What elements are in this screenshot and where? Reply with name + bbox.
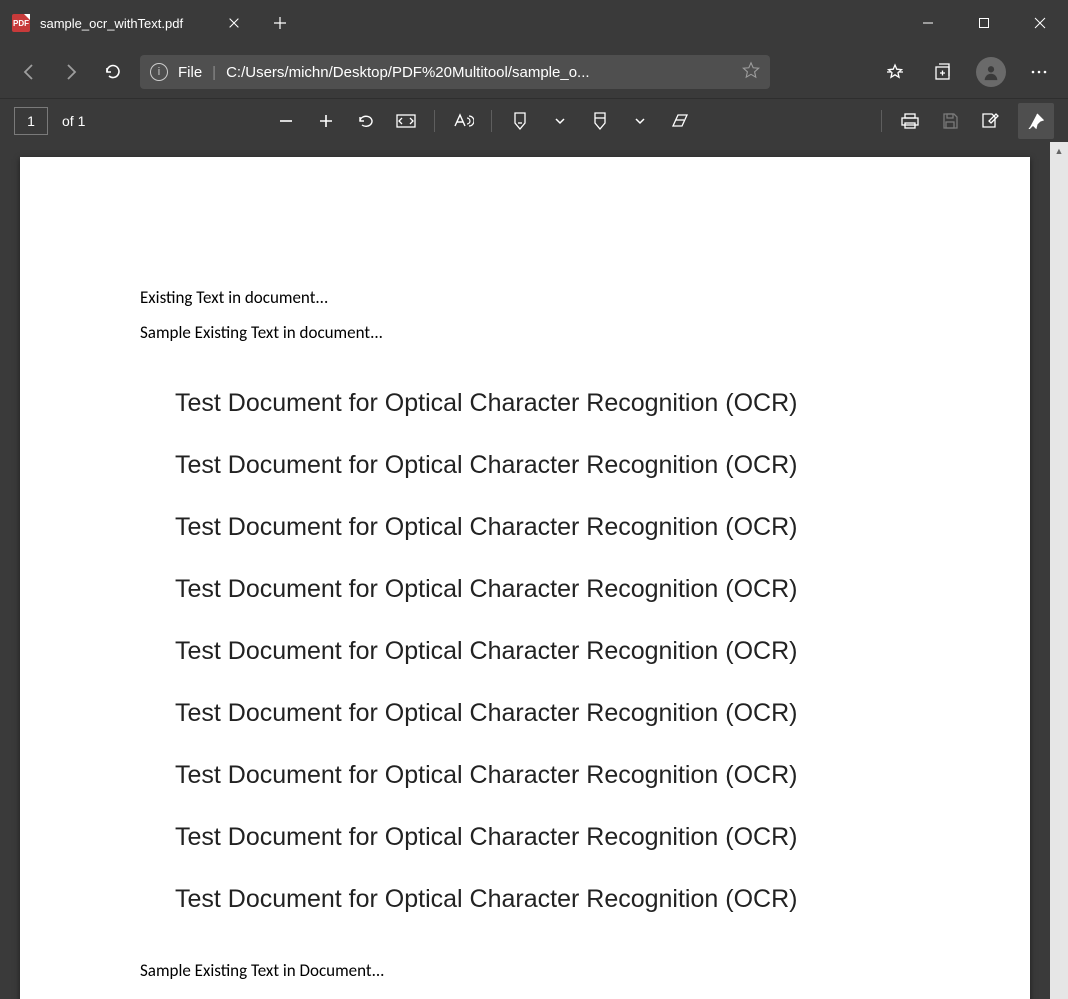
star-icon[interactable]	[742, 61, 760, 83]
ocr-text-line: Test Document for Optical Character Reco…	[175, 637, 910, 666]
minimize-button[interactable]	[900, 0, 956, 46]
pdf-page: Existing Text in document... Sample Exis…	[20, 157, 1030, 999]
page-scroll-area[interactable]: Existing Text in document... Sample Exis…	[0, 142, 1050, 999]
page-number-input[interactable]	[14, 107, 48, 135]
separator	[434, 110, 435, 132]
browser-window: PDF sample_ocr_withText.pdf i File | C:/…	[0, 0, 1068, 999]
ocr-text-line: Test Document for Optical Character Reco…	[175, 699, 910, 728]
zoom-in-button[interactable]	[314, 109, 338, 133]
ocr-text-line: Test Document for Optical Character Reco…	[175, 761, 910, 790]
address-bar[interactable]: i File | C:/Users/michn/Desktop/PDF%20Mu…	[140, 55, 770, 89]
titlebar: PDF sample_ocr_withText.pdf	[0, 0, 1068, 46]
close-tab-button[interactable]	[220, 9, 248, 37]
page-count-label: of 1	[62, 113, 85, 129]
tab-title: sample_ocr_withText.pdf	[40, 16, 183, 31]
highlight-button[interactable]	[588, 109, 612, 133]
ocr-text-line: Test Document for Optical Character Reco…	[175, 389, 910, 418]
separator	[491, 110, 492, 132]
zoom-out-button[interactable]	[274, 109, 298, 133]
rotate-button[interactable]	[354, 109, 378, 133]
new-tab-button[interactable]	[260, 0, 300, 46]
ocr-text-line: Test Document for Optical Character Reco…	[175, 823, 910, 852]
draw-button[interactable]	[508, 109, 532, 133]
close-window-button[interactable]	[1012, 0, 1068, 46]
document-text: Sample Existing Text in document...	[140, 322, 910, 343]
document-text: Sample Existing Text in Document...	[140, 960, 910, 981]
ocr-text-line: Test Document for Optical Character Reco…	[175, 451, 910, 480]
browser-tab[interactable]: PDF sample_ocr_withText.pdf	[0, 0, 260, 46]
forward-button[interactable]	[56, 57, 86, 87]
scrollbar[interactable]: ▲	[1050, 142, 1068, 999]
navigation-toolbar: i File | C:/Users/michn/Desktop/PDF%20Mu…	[0, 46, 1068, 98]
pdf-toolbar: of 1	[0, 98, 1068, 142]
read-aloud-button[interactable]	[451, 109, 475, 133]
profile-button[interactable]	[976, 57, 1006, 87]
erase-button[interactable]	[668, 109, 692, 133]
ocr-text-block: Test Document for Optical Character Reco…	[175, 389, 910, 914]
url-text: C:/Users/michn/Desktop/PDF%20Multitool/s…	[226, 64, 732, 81]
pin-toolbar-button[interactable]	[1018, 103, 1054, 139]
fit-page-button[interactable]	[394, 109, 418, 133]
document-text: Existing Text in document...	[140, 287, 910, 308]
chevron-down-icon[interactable]	[548, 109, 572, 133]
ocr-text-line: Test Document for Optical Character Reco…	[175, 513, 910, 542]
favorites-button[interactable]	[880, 57, 910, 87]
refresh-button[interactable]	[98, 57, 128, 87]
chevron-down-icon[interactable]	[628, 109, 652, 133]
separator: |	[212, 64, 216, 81]
save-as-button[interactable]	[978, 109, 1002, 133]
print-button[interactable]	[898, 109, 922, 133]
menu-button[interactable]	[1024, 57, 1054, 87]
save-button[interactable]	[938, 109, 962, 133]
ocr-text-line: Test Document for Optical Character Reco…	[175, 575, 910, 604]
protocol-label: File	[178, 64, 202, 81]
back-button[interactable]	[14, 57, 44, 87]
pdf-file-icon: PDF	[12, 14, 30, 32]
ocr-text-line: Test Document for Optical Character Reco…	[175, 885, 910, 914]
site-info-icon[interactable]: i	[150, 63, 168, 81]
collections-button[interactable]	[928, 57, 958, 87]
scroll-up-icon[interactable]: ▲	[1050, 142, 1068, 160]
maximize-button[interactable]	[956, 0, 1012, 46]
window-controls	[900, 0, 1068, 46]
separator	[881, 110, 882, 132]
pdf-viewer: Existing Text in document... Sample Exis…	[0, 142, 1068, 999]
